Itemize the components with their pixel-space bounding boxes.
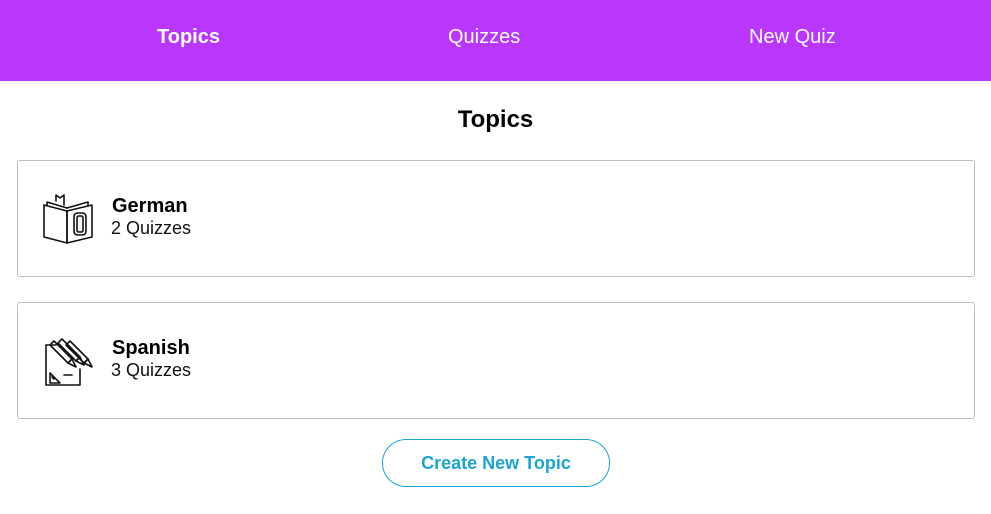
book-icon [43,194,93,244]
topic-name: German [112,195,188,217]
nav-link-new-quiz[interactable]: New Quiz [749,26,836,49]
topic-card-german[interactable]: German 2 Quizzes [17,160,975,277]
nav-link-topics[interactable]: Topics [157,26,220,49]
create-new-topic-button[interactable]: Create New Topic [382,439,610,487]
topic-quiz-count: 2 Quizzes [111,218,192,238]
page-title: Topics [457,106,534,133]
top-navbar: Topics Quizzes New Quiz [0,0,991,81]
topic-name: Spanish [112,337,190,359]
topic-quiz-count: 3 Quizzes [111,360,192,380]
pencils-icon [45,338,93,386]
nav-link-quizzes[interactable]: Quizzes [448,26,520,49]
topic-card-spanish[interactable]: Spanish 3 Quizzes [17,302,975,419]
